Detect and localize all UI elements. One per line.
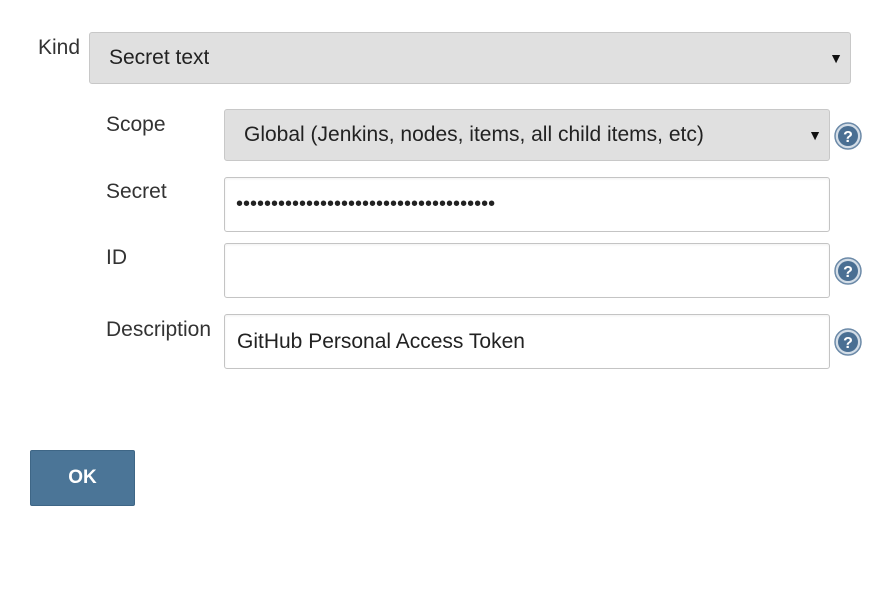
- svg-text:?: ?: [843, 335, 853, 352]
- kind-label: Kind: [38, 36, 81, 59]
- question-mark-icon: ?: [834, 122, 862, 150]
- secret-input[interactable]: [224, 177, 830, 232]
- kind-select[interactable]: Secret text ▼: [89, 32, 851, 84]
- scope-label: Scope: [106, 113, 166, 136]
- scope-help-icon[interactable]: ?: [834, 122, 862, 150]
- secret-label: Secret: [106, 180, 167, 203]
- question-mark-icon: ?: [834, 328, 862, 356]
- description-help-icon[interactable]: ?: [834, 328, 862, 356]
- dropdown-arrow-icon: ▼: [808, 127, 822, 143]
- id-help-icon[interactable]: ?: [834, 257, 862, 285]
- kind-select-value: Secret text: [109, 46, 210, 69]
- description-label: Description: [106, 318, 212, 341]
- svg-text:?: ?: [843, 129, 853, 146]
- question-mark-icon: ?: [834, 257, 862, 285]
- scope-select[interactable]: Global (Jenkins, nodes, items, all child…: [224, 109, 830, 161]
- ok-button[interactable]: OK: [30, 450, 135, 506]
- id-input[interactable]: [224, 243, 830, 298]
- id-label: ID: [106, 246, 127, 269]
- svg-text:?: ?: [843, 264, 853, 281]
- dropdown-arrow-icon: ▼: [829, 50, 843, 66]
- scope-select-value: Global (Jenkins, nodes, items, all child…: [244, 123, 704, 146]
- description-input[interactable]: [224, 314, 830, 369]
